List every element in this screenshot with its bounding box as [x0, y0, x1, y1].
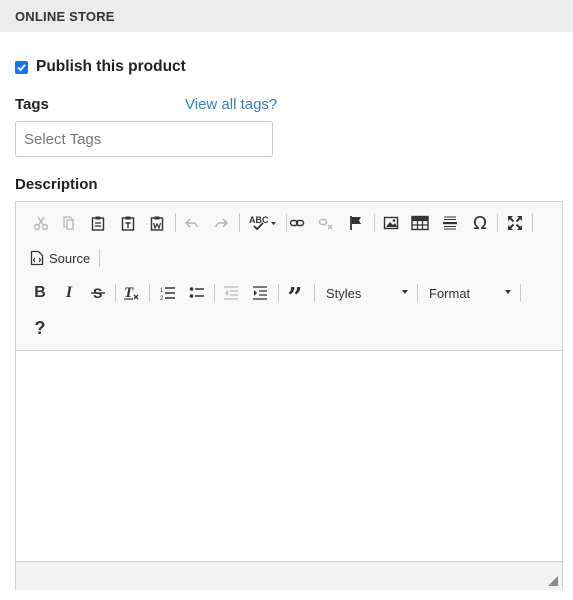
unlink-icon[interactable]	[313, 210, 339, 236]
toolbar-separator	[374, 214, 375, 232]
view-all-tags-link[interactable]: View all tags?	[185, 96, 277, 113]
resize-handle-icon[interactable]	[548, 576, 558, 586]
toolbar-separator	[520, 284, 521, 302]
description-editor: ABC Ω Source B I S T 1 2 ” Styles Format…	[15, 201, 563, 590]
special-char-icon[interactable]: Ω	[467, 210, 493, 236]
toolbar-separator	[278, 284, 279, 302]
numbered-list-icon[interactable]: 12	[155, 280, 181, 306]
paste-word-icon[interactable]	[144, 210, 170, 236]
toolbar-separator	[115, 284, 116, 302]
source-button[interactable]: Source	[30, 245, 90, 271]
spellcheck-icon[interactable]: ABC	[246, 210, 280, 236]
remove-format-icon[interactable]: T	[119, 280, 145, 306]
publish-checkbox[interactable]	[15, 60, 28, 74]
format-dropdown[interactable]: Format	[429, 281, 515, 305]
indent-icon[interactable]	[247, 280, 273, 306]
description-label: Description	[15, 176, 98, 193]
tags-label: Tags	[15, 96, 49, 113]
toolbar-separator	[497, 214, 498, 232]
styles-dropdown[interactable]: Styles	[326, 281, 412, 305]
chevron-down-icon	[402, 290, 408, 294]
svg-text:1: 1	[160, 288, 164, 294]
blockquote-icon[interactable]: ”	[282, 280, 308, 311]
svg-text:ABC: ABC	[249, 215, 269, 225]
source-label: Source	[49, 250, 91, 266]
paste-text-icon[interactable]	[115, 210, 141, 236]
strikethrough-icon[interactable]: S	[85, 280, 111, 306]
editor-statusbar	[16, 561, 562, 590]
bold-icon[interactable]: B	[27, 280, 53, 306]
chevron-down-icon	[505, 290, 511, 294]
outdent-icon[interactable]	[218, 280, 244, 306]
help-icon[interactable]: ?	[27, 315, 53, 341]
paste-icon[interactable]	[85, 210, 111, 236]
undo-icon[interactable]	[179, 210, 205, 236]
toolbar-separator	[417, 284, 418, 302]
toolbar-separator	[99, 249, 100, 267]
editor-content-area[interactable]	[16, 351, 562, 561]
image-icon[interactable]	[378, 210, 404, 236]
copy-icon[interactable]	[56, 210, 82, 236]
publish-label[interactable]: Publish this product	[36, 58, 186, 76]
editor-toolbar: ABC Ω Source B I S T 1 2 ” Styles Format…	[16, 202, 562, 351]
toolbar-separator	[149, 284, 150, 302]
table-icon[interactable]	[407, 210, 433, 236]
source-icon	[30, 250, 44, 266]
publish-row: Publish this product	[15, 58, 186, 76]
section-title: ONLINE STORE	[15, 8, 115, 24]
redo-icon[interactable]	[208, 210, 234, 236]
toolbar-separator	[214, 284, 215, 302]
italic-icon[interactable]: I	[56, 280, 82, 306]
anchor-flag-icon[interactable]	[343, 210, 369, 236]
section-header: ONLINE STORE	[0, 0, 573, 32]
styles-label: Styles	[326, 285, 362, 301]
bulleted-list-icon[interactable]	[184, 280, 210, 306]
toolbar-separator	[175, 214, 176, 232]
svg-text:2: 2	[160, 296, 164, 301]
toolbar-separator	[532, 214, 533, 232]
maximize-icon[interactable]	[502, 210, 528, 236]
checkmark-icon	[17, 63, 26, 71]
toolbar-separator	[314, 284, 315, 302]
link-icon[interactable]	[284, 210, 310, 236]
format-label: Format	[429, 285, 471, 301]
cut-icon[interactable]	[28, 210, 54, 236]
toolbar-separator	[239, 214, 240, 232]
horizontal-line-icon[interactable]	[437, 210, 463, 236]
tags-select-input[interactable]	[15, 121, 273, 157]
